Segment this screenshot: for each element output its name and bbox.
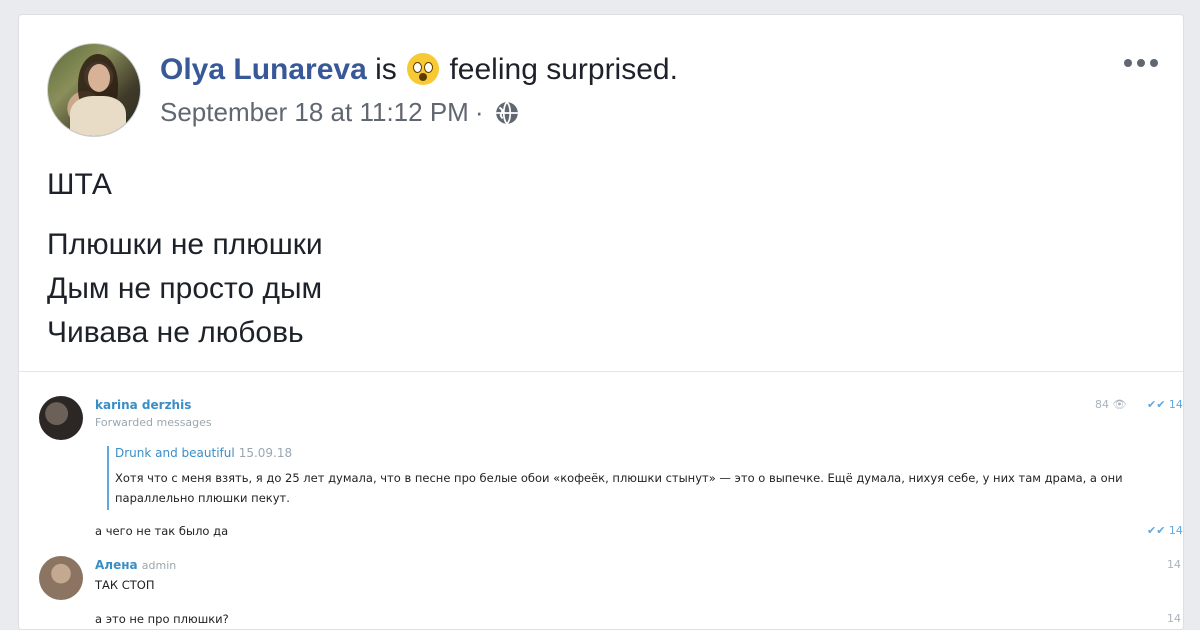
post-body: ШТА Плюшки не плюшки Дым не просто дым Ч…	[47, 163, 323, 355]
post-header: Olya Lunareva is feeling surprised.	[160, 53, 678, 87]
msg2-text2: а это не про плюшки?	[95, 612, 229, 626]
post-card: Olya Lunareva is feeling surprised. Sept…	[18, 14, 1184, 630]
globe-icon[interactable]	[494, 100, 520, 126]
more-options-icon[interactable]	[1121, 53, 1161, 73]
msg1-reply-ticks: ✔✔ 14	[1147, 524, 1183, 537]
msg2-sender: Алена admin	[95, 558, 176, 572]
alena-avatar	[39, 556, 83, 600]
author-name[interactable]: Olya Lunareva	[160, 53, 367, 86]
fwd-date: 15.09.18	[238, 446, 293, 460]
msg2-time2: 14	[1167, 612, 1181, 625]
fwd-text: Хотя что с меня взять, я до 25 лет думал…	[115, 471, 1123, 505]
forward-bar	[107, 446, 109, 510]
post-line-2: Плюшки не плюшки	[47, 228, 323, 261]
chat-screenshot: karina derzhis Forwarded messages 84 👁 ✔…	[19, 371, 1183, 629]
msg1-forwarded-label: Forwarded messages	[95, 416, 212, 429]
post-timestamp[interactable]: September 18 at 11:12 PM	[160, 97, 469, 128]
msg2-role: admin	[141, 559, 177, 572]
fwd-name: Drunk and beautiful	[115, 446, 235, 460]
post-line-4: Чивава не любовь	[47, 316, 304, 349]
feeling-text[interactable]: feeling surprised.	[449, 53, 677, 86]
surprised-emoji-icon	[407, 53, 440, 85]
karina-avatar	[39, 396, 83, 440]
msg2-time: 14	[1167, 558, 1181, 571]
msg1-views: 84 👁	[1095, 398, 1127, 411]
msg1-ticks: ✔✔ 14	[1147, 398, 1183, 411]
meta-separator: ·	[474, 97, 484, 127]
fwd-header: Drunk and beautiful 15.09.18	[115, 446, 292, 460]
msg2-text: ТАК СТОП	[95, 578, 155, 592]
is-text: is	[375, 53, 397, 86]
msg2-sender-name: Алена	[95, 558, 138, 572]
post-line-1: ШТА	[47, 168, 112, 201]
post-meta: September 18 at 11:12 PM ·	[160, 97, 520, 128]
author-avatar[interactable]	[47, 43, 141, 137]
msg1-reply: а чего не так было да	[95, 524, 229, 538]
post-line-3: Дым не просто дым	[47, 272, 323, 305]
msg1-sender: karina derzhis	[95, 398, 192, 412]
